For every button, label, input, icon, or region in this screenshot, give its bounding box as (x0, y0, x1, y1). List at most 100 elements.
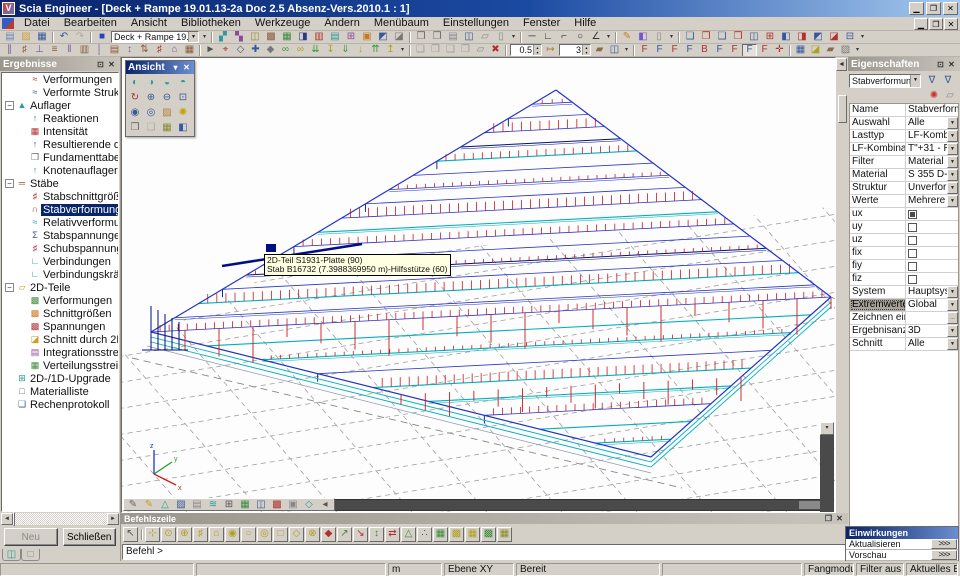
chevron-down-icon[interactable]: ▼ (188, 32, 198, 42)
show-labels-icon[interactable]: ▥ (77, 44, 92, 57)
spinner-arrows[interactable]: ▴▾ (582, 45, 590, 55)
erase-icon[interactable]: ✖ (488, 44, 503, 57)
grid-dialog-4-icon[interactable]: ▩ (481, 527, 496, 542)
coord-down-icon[interactable]: ↘ (353, 527, 368, 542)
checkbox[interactable] (908, 223, 917, 232)
spinner-arrows[interactable]: ▴▾ (533, 45, 541, 55)
show-grid-icon[interactable]: ▦ (182, 44, 197, 57)
show-axes-icon[interactable]: │ (92, 44, 107, 57)
viewport-horizontal-scrollbar[interactable] (328, 499, 823, 511)
minimize-icon[interactable]: ▁ (909, 2, 924, 15)
clipboard-delete-icon[interactable]: ❒ (458, 44, 473, 57)
filter-check-icon[interactable]: ∇ (940, 74, 956, 87)
library-images-icon[interactable]: ◩ (375, 31, 391, 44)
checkbox[interactable] (908, 275, 917, 284)
pick-cursor-icon[interactable]: ↖ (123, 527, 138, 542)
clipboard-cut-icon[interactable]: ❏ (413, 44, 428, 57)
undo-icon[interactable]: ↶ (56, 31, 72, 44)
select-add-icon[interactable]: ✚ (248, 44, 263, 57)
property-value[interactable] (906, 234, 958, 246)
tree-item-verformungen[interactable]: ▩Verformungen (2, 294, 118, 307)
clip-plane-icon[interactable]: ◇ (301, 498, 317, 511)
show-rendering-icon[interactable]: ⇅ (137, 44, 152, 57)
rotate-view-icon[interactable]: ↻ (127, 90, 143, 105)
picture-gallery-icon[interactable]: ▱ (477, 31, 493, 44)
section-box-icon[interactable]: ⊞ (221, 498, 237, 511)
redo-icon[interactable]: ↷ (72, 31, 88, 44)
snap-box-icon[interactable]: □ (273, 527, 288, 542)
document-gallery-icon[interactable]: ◫ (461, 31, 477, 44)
named-selection-7-icon[interactable]: F (727, 44, 742, 57)
zoom-selection-icon[interactable]: ◎ (143, 105, 159, 120)
library-materials-icon[interactable]: ◫ (247, 31, 263, 44)
splitter-handle[interactable] (838, 95, 847, 123)
property-value[interactable]: Material▼ (906, 156, 958, 168)
snap-center-icon[interactable]: ◉ (225, 527, 240, 542)
zoom-out-icon[interactable]: ⊖ (159, 90, 175, 105)
text-box-icon[interactable]: ▯ (651, 31, 667, 44)
show-model-data-icon[interactable]: ▤ (107, 44, 122, 57)
library-catalog-icon[interactable]: ▞ (215, 31, 231, 44)
window-layout-2-icon[interactable]: ❐ (698, 31, 714, 44)
window-layout-1-icon[interactable]: ❏ (682, 31, 698, 44)
tree-item-stabschnittgr-en[interactable]: ♯Stabschnittgrößen (2, 190, 118, 203)
tree-item-knotenauflager-resultierenc[interactable]: ↑Knotenauflager-Resultierenc (2, 164, 118, 177)
view-toolbar-titlebar[interactable]: Ansicht ▾ ✕ (126, 61, 194, 74)
scrollbar-thumb[interactable] (13, 512, 15, 526)
dropdown-arrow-icon[interactable]: ▾ (667, 31, 676, 44)
show-members-icon[interactable]: ∥ (2, 44, 17, 57)
property-value[interactable]: Stabverformungen (906, 104, 958, 116)
chevron-down-icon[interactable]: ▼ (947, 143, 958, 155)
menu-item-hilfe[interactable]: Hilfe (567, 17, 603, 30)
tree-item-rechenprotokoll[interactable]: ❑Rechenprotokoll (2, 398, 118, 411)
light-settings-icon[interactable]: ✺ (175, 105, 191, 120)
color-wheel-icon[interactable]: ✺ (926, 89, 942, 102)
print-preview-icon[interactable]: ❐ (429, 31, 445, 44)
tree-item-materialliste[interactable]: □Materialliste (2, 385, 118, 398)
menu-item-datei[interactable]: Datei (17, 17, 57, 30)
named-selection-6-icon[interactable]: F (712, 44, 727, 57)
dropdown-arrow-icon[interactable]: ▾ (509, 31, 518, 44)
grid-dialog-5-icon[interactable]: ▦ (497, 527, 512, 542)
dropdown-arrow-icon[interactable]: ▾ (853, 44, 862, 57)
draw-polyline-icon[interactable]: ⌐ (556, 31, 572, 44)
copy-view-icon[interactable]: ❑ (143, 120, 159, 135)
select-polygon-icon[interactable]: ◇ (233, 44, 248, 57)
property-value[interactable] (906, 260, 958, 272)
filter-apply-icon[interactable]: ∇ (924, 74, 940, 87)
view-export-icon[interactable]: ▨ (838, 44, 853, 57)
load-case-6-icon[interactable]: ↥ (383, 44, 398, 57)
show-loads-icon[interactable]: ≡ (47, 44, 62, 57)
close-icon[interactable]: ✕ (946, 60, 957, 69)
library-sections-icon[interactable]: ▩ (263, 31, 279, 44)
print-icon[interactable]: ❒ (413, 31, 429, 44)
dropdown-arrow-icon[interactable]: ▾ (622, 44, 631, 57)
view-front-icon[interactable]: ◑ (143, 75, 159, 90)
tree-item-schnittgr-en[interactable]: ▩Schnittgrößen (2, 307, 118, 320)
ellipsis-icon[interactable]: … (947, 312, 958, 324)
tree-expander-icon[interactable]: − (5, 101, 14, 110)
menu-item-bearbeiten[interactable]: Bearbeiten (57, 17, 124, 30)
library-loads-icon[interactable]: ▦ (279, 31, 295, 44)
dropdown-arrow-icon[interactable]: ▾ (604, 31, 613, 44)
viewport-vertical-scrollbar[interactable]: ▾ (820, 422, 834, 513)
named-selection-8-icon[interactable]: F (742, 44, 757, 57)
parallelogram-tool-icon[interactable]: ▱ (942, 89, 958, 102)
zoom-window-icon[interactable]: ⊡ (175, 90, 191, 105)
property-value[interactable] (906, 208, 958, 220)
zoom-in-icon[interactable]: ⊕ (143, 90, 159, 105)
chevron-down-icon[interactable]: ▼ (947, 117, 958, 129)
property-value[interactable]: Alle▼ (906, 117, 958, 129)
snap-endpoint-icon[interactable]: ⊕ (177, 527, 192, 542)
window-layout-10-icon[interactable]: ◪ (826, 31, 842, 44)
close-icon[interactable]: ✕ (181, 63, 192, 72)
window-layout-6-icon[interactable]: ⊞ (762, 31, 778, 44)
spinner-field[interactable]: 3▴▾ (559, 44, 591, 56)
window-layout-5-icon[interactable]: ◫ (746, 31, 762, 44)
chevron-down-icon[interactable]: ▼ (947, 286, 958, 298)
results-on-mesh-icon[interactable]: ▦ (237, 498, 253, 511)
scroll-right-icon[interactable]: ► (107, 513, 119, 525)
shading-icon[interactable]: ▤ (189, 498, 205, 511)
library-tools-icon[interactable]: ◪ (391, 31, 407, 44)
paperspace-icon[interactable]: ▯ (493, 31, 509, 44)
